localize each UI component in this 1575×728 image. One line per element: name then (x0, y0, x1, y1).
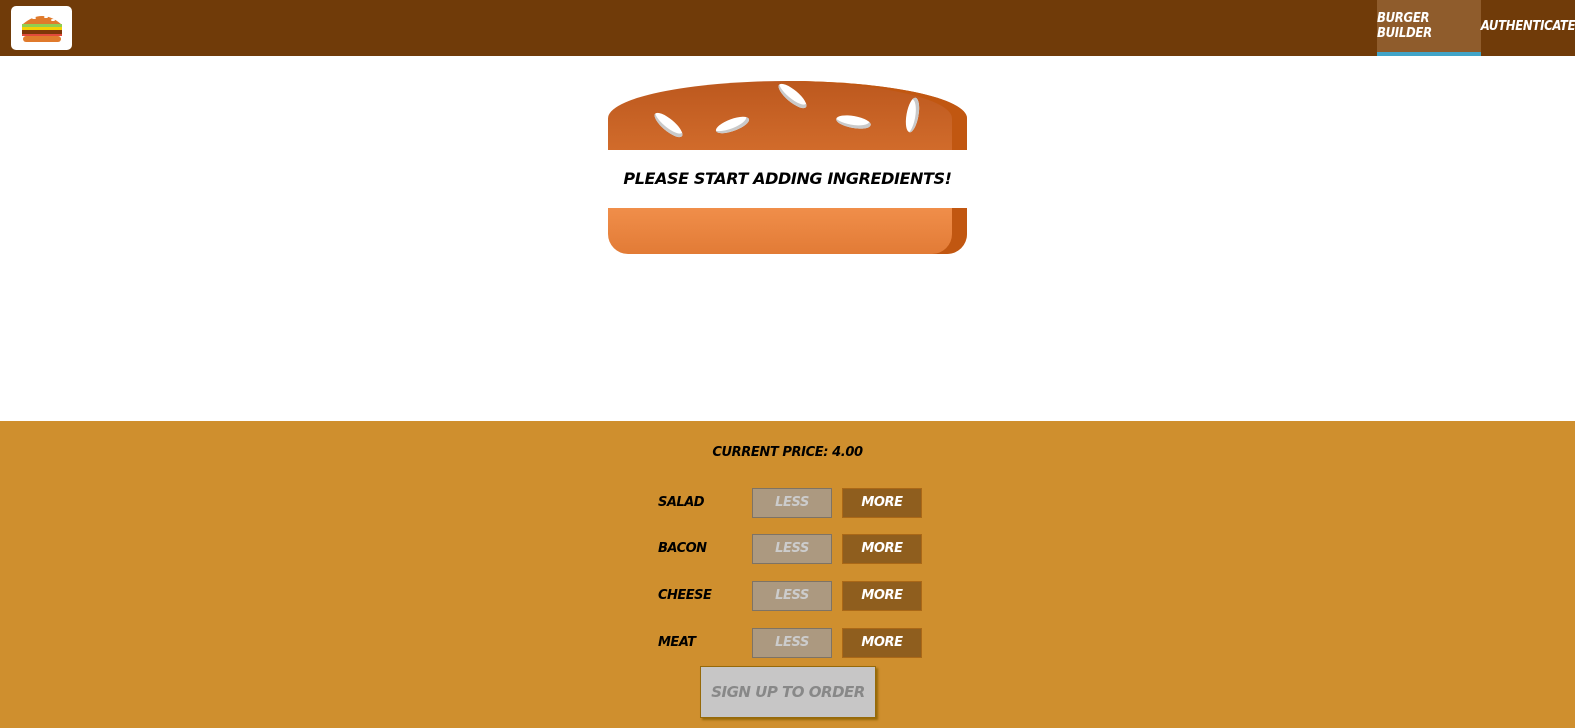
ingredient-row-bacon: Bacon Less More (658, 534, 928, 564)
ingredient-row-meat: Meat Less More (658, 628, 928, 658)
nav: Burger Builder Authenticate (1377, 0, 1575, 56)
logo[interactable] (11, 6, 72, 50)
more-cheese-button[interactable]: More (842, 581, 922, 611)
less-meat-button[interactable]: Less (752, 628, 832, 658)
burger-logo-icon (21, 16, 62, 42)
seed (714, 113, 751, 137)
nav-burger-builder[interactable]: Burger Builder (1377, 0, 1481, 56)
more-meat-button[interactable]: More (842, 628, 922, 658)
order-button[interactable]: Sign up to order (700, 666, 876, 718)
more-bacon-button[interactable]: More (842, 534, 922, 564)
ingredient-label: Meat (658, 635, 696, 650)
less-salad-button[interactable]: Less (752, 488, 832, 518)
empty-burger-message: Please start adding ingredients! (608, 150, 967, 208)
burger-preview: Please start adding ingredients! (0, 56, 1575, 421)
ingredient-row-salad: Salad Less More (658, 488, 928, 518)
less-bacon-button[interactable]: Less (752, 534, 832, 564)
seed (651, 109, 686, 141)
ingredient-row-cheese: Cheese Less More (658, 581, 928, 611)
toolbar: Burger Builder Authenticate (0, 0, 1575, 56)
ingredient-label: Salad (658, 495, 705, 510)
less-cheese-button[interactable]: Less (752, 581, 832, 611)
bread-bottom (608, 208, 967, 254)
seed (903, 96, 922, 134)
build-controls: Current Price: 4.00 Salad Less More Baco… (0, 421, 1575, 728)
seed (775, 81, 810, 112)
current-price: Current Price: 4.00 (712, 445, 863, 460)
seed (835, 113, 872, 131)
ingredient-label: Bacon (658, 541, 707, 556)
ingredient-label: Cheese (658, 588, 712, 603)
more-salad-button[interactable]: More (842, 488, 922, 518)
nav-authenticate[interactable]: Authenticate (1481, 0, 1575, 56)
